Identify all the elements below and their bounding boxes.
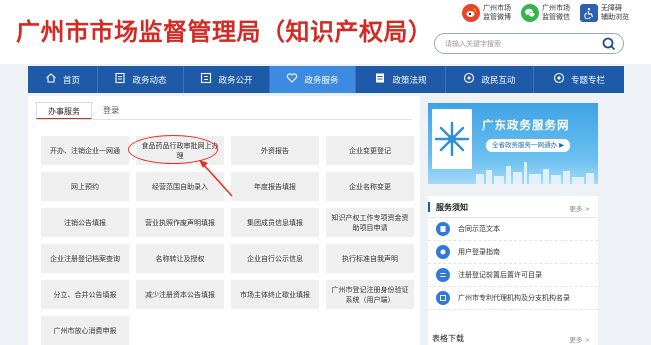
service-guide-label: 广州市专利代理机构及分支机构名录 bbox=[458, 294, 570, 302]
interact-icon bbox=[463, 72, 475, 87]
city-skyline-icon bbox=[476, 162, 594, 184]
help-icon bbox=[436, 245, 450, 259]
downloads-title: 表格下载 bbox=[432, 334, 464, 343]
nav-home[interactable]: 首页 bbox=[28, 66, 98, 93]
accessibility-icon bbox=[580, 4, 598, 22]
wechat-icon bbox=[521, 4, 539, 22]
accessibility-link[interactable]: 无障碍 辅助浏览 bbox=[580, 4, 631, 22]
wechat-label: 广州市场 监管微信 bbox=[542, 4, 570, 21]
service-link[interactable]: 营业执照作废声明填报 bbox=[136, 208, 224, 237]
tab-login[interactable]: 登录 bbox=[92, 102, 130, 120]
service-guide-item[interactable]: 合同示范文本 bbox=[428, 218, 598, 241]
service-guide-item[interactable]: 注册登记前置后置许可目录 bbox=[428, 264, 598, 287]
service-link[interactable]: 分立、合并公告填报 bbox=[41, 280, 129, 309]
service-panel: 办事服务 登录 开办、注销企业一网通 食品药品行政审批网上办理 外资报告 企业变更登记… bbox=[28, 96, 420, 345]
site-title[interactable]: 广州市市场监督管理局（知识产权局） bbox=[16, 12, 433, 47]
gd-logo-icon bbox=[432, 109, 472, 169]
nav-label: 首页 bbox=[62, 75, 80, 86]
service-link[interactable]: 外资报告 bbox=[231, 136, 319, 165]
tab-services[interactable]: 办事服务 bbox=[36, 102, 92, 120]
heart-icon bbox=[286, 72, 298, 87]
directory-icon bbox=[436, 291, 450, 305]
service-link[interactable]: 减少注册资本公告填报 bbox=[136, 280, 224, 309]
service-link[interactable]: 经营范围自助录入 bbox=[136, 172, 224, 201]
service-guide-more-link[interactable]: 更多 > bbox=[569, 203, 590, 213]
column-icon bbox=[553, 72, 565, 87]
service-guide-item[interactable]: 用户登录指南 bbox=[428, 241, 598, 264]
main-nav: 首页 政务动态 政务公开 政务服务 政策法规 政民互动 专题专栏 bbox=[28, 66, 624, 93]
nav-column[interactable]: 专题专栏 bbox=[534, 66, 624, 93]
service-guide-title: 服务须知 bbox=[436, 203, 468, 212]
service-guide-header: 服务须知 更多 > bbox=[428, 196, 598, 218]
service-link[interactable]: 广州市登记注册身份验证系统（用户端） bbox=[326, 280, 414, 309]
service-link[interactable]: 开办、注销企业一网通 bbox=[41, 136, 129, 165]
header: 广州市市场监督管理局（知识产权局） 广州市场 监管微博 广州市场 监管微信 无障… bbox=[0, 0, 651, 64]
title-accent bbox=[428, 202, 430, 212]
page: 广州市市场监督管理局（知识产权局） 广州市场 监管微博 广州市场 监管微信 无障… bbox=[0, 0, 651, 345]
nav-interact[interactable]: 政民互动 bbox=[446, 66, 534, 93]
downloads-box: 表格下载 更多 > bbox=[428, 328, 598, 345]
nav-label: 政务公开 bbox=[218, 75, 253, 86]
downloads-header: 表格下载 更多 > bbox=[428, 328, 598, 345]
document-icon bbox=[436, 222, 450, 236]
service-link[interactable]: 市场主体终止歇业填报 bbox=[231, 280, 319, 309]
service-link[interactable]: 注销公告填报 bbox=[41, 208, 129, 237]
policy-icon bbox=[374, 72, 386, 87]
service-link[interactable]: 企业注册登记档案查询 bbox=[41, 244, 129, 273]
nav-open[interactable]: 政务公开 bbox=[184, 66, 270, 93]
weibo-icon bbox=[462, 4, 480, 22]
service-link[interactable]: 广州市放心消费申报 bbox=[41, 316, 129, 345]
service-link[interactable]: 企业自行公示信息 bbox=[231, 244, 319, 273]
weibo-label: 广州市场 监管微博 bbox=[483, 4, 511, 21]
service-link[interactable]: 年度报告填报 bbox=[231, 172, 319, 201]
list-icon bbox=[436, 268, 450, 282]
nav-label: 专题专栏 bbox=[570, 75, 605, 86]
service-tabs: 办事服务 登录 bbox=[36, 102, 130, 120]
service-guide-label: 用户登录指南 bbox=[458, 248, 500, 256]
banner-subtitle: 全省政务服务一网通办 ▶ bbox=[486, 139, 571, 152]
news-icon bbox=[114, 72, 126, 87]
service-guide-label: 注册登记前置后置许可目录 bbox=[458, 271, 542, 279]
service-link[interactable]: 集团成员信息填报 bbox=[231, 208, 319, 237]
tab-divider bbox=[36, 119, 412, 120]
nav-label: 政务动态 bbox=[132, 75, 167, 86]
service-link[interactable]: 执行标准自我声明 bbox=[326, 244, 414, 273]
service-link[interactable]: 名称转让及授权 bbox=[136, 244, 224, 273]
banner-title: 广东政务服务网 bbox=[482, 118, 570, 132]
service-link[interactable]: 食品药品行政审批网上办理 bbox=[136, 136, 224, 165]
service-link[interactable]: 网上预约 bbox=[41, 172, 129, 201]
service-link[interactable]: 企业名称变更 bbox=[326, 172, 414, 201]
open-icon bbox=[200, 72, 212, 87]
nav-label: 政民互动 bbox=[481, 75, 516, 86]
nav-policy[interactable]: 政策法规 bbox=[356, 66, 446, 93]
gd-service-banner[interactable]: 广东政务服务网 全省政务服务一网通办 ▶ bbox=[428, 103, 598, 184]
service-link[interactable]: 知识产权工作专项资金资助项目申请 bbox=[326, 208, 414, 237]
wechat-link[interactable]: 广州市场 监管微信 bbox=[521, 4, 572, 22]
service-link[interactable]: 企业变更登记 bbox=[326, 136, 414, 165]
nav-label: 政务服务 bbox=[304, 75, 339, 86]
service-guide-item[interactable]: 广州市专利代理机构及分支机构名录 bbox=[428, 287, 598, 310]
service-guide-box: 服务须知 更多 > 合同示范文本 用户登录指南 注册登记前置后置许可目录 广州市… bbox=[428, 196, 598, 336]
right-sidebar: 广东政务服务网 全省政务服务一网通办 ▶ 服务须知 更多 > 合同示范文本 用户… bbox=[426, 96, 624, 345]
home-icon bbox=[45, 72, 57, 87]
nav-news[interactable]: 政务动态 bbox=[98, 66, 184, 93]
search-icon[interactable] bbox=[601, 36, 617, 52]
nav-services[interactable]: 政务服务 bbox=[270, 66, 356, 93]
top-links: 广州市场 监管微博 广州市场 监管微信 无障碍 辅助浏览 bbox=[462, 4, 631, 22]
accessibility-label: 无障碍 辅助浏览 bbox=[601, 4, 629, 21]
downloads-more-link[interactable]: 更多 > bbox=[569, 334, 590, 344]
weibo-link[interactable]: 广州市场 监管微博 bbox=[462, 4, 513, 22]
search-input[interactable] bbox=[445, 37, 595, 51]
search-box bbox=[434, 33, 624, 54]
service-guide-label: 合同示范文本 bbox=[458, 225, 500, 233]
nav-label: 政策法规 bbox=[392, 75, 427, 86]
